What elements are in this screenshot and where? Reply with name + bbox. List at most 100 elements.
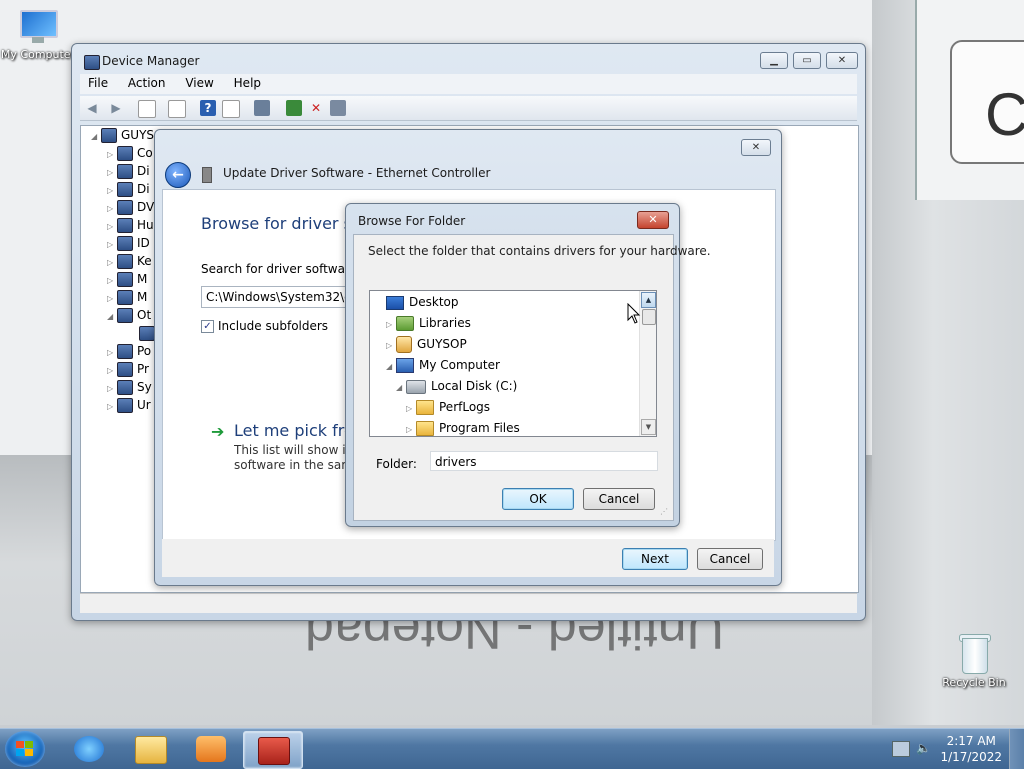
device-category[interactable]: ▷ Pr [107,362,149,380]
green-arrow-icon: ➔ [211,422,225,441]
device-icon [117,200,133,215]
device-category[interactable]: ▷ Di [107,182,150,200]
folder-tree-item[interactable]: ▷ Libraries [386,313,471,333]
expand-icon[interactable]: ▷ [107,402,117,411]
expand-icon[interactable]: ▷ [107,276,117,285]
expand-icon[interactable]: ▷ [107,186,117,195]
menu-action[interactable]: Action [120,74,174,92]
expand-icon[interactable]: ▷ [107,240,117,249]
expand-icon[interactable]: ▷ [107,294,117,303]
expand-icon[interactable]: ◢ [396,378,406,398]
device-category[interactable]: ▷ Po [107,344,151,362]
folder-icon [416,421,434,436]
start-button[interactable] [5,731,45,767]
tree-root[interactable]: ◢ GUYS [91,128,154,146]
expand-icon[interactable]: ◢ [386,357,396,377]
include-subfolders-checkbox[interactable]: ✓ Include subfolders [201,319,328,333]
back-button[interactable]: ← [165,162,191,188]
expand-icon[interactable]: ▷ [107,348,117,357]
show-desktop-button[interactable] [1009,729,1024,769]
background-glyph: C [985,81,1024,148]
scan-hardware-icon[interactable] [254,100,270,116]
toolbar: ◀ ▶ ? ✕ [80,96,857,121]
folder-label: Folder: [376,457,417,471]
clock[interactable]: 2:17 AM 1/17/2022 [940,733,1002,765]
expand-icon[interactable]: ◢ [107,312,117,321]
device-category[interactable]: ▷ ID [107,236,150,254]
network-icon[interactable] [892,741,910,757]
help-icon[interactable]: ? [200,100,216,116]
vertical-scrollbar[interactable]: ▲ ▼ [639,291,656,436]
update-driver-icon[interactable] [286,100,302,116]
resize-grip-icon[interactable]: ⋰ [660,507,670,517]
expand-icon[interactable]: ▷ [386,315,396,335]
windows-explorer-icon [135,736,167,764]
checkbox-checked-icon[interactable]: ✓ [201,320,214,333]
show-hide-tree-icon[interactable] [138,100,156,118]
cancel-button[interactable]: Cancel [583,488,655,510]
expand-icon[interactable]: ▷ [386,336,396,356]
expand-icon[interactable]: ▷ [107,384,117,393]
expand-icon[interactable]: ▷ [406,420,416,436]
menu-view[interactable]: View [177,74,221,92]
expand-icon[interactable]: ▷ [406,399,416,419]
device-category[interactable]: ▷ DV [107,200,154,218]
action-pane-icon[interactable] [222,100,240,118]
volume-muted-icon[interactable]: 🔈 [916,741,932,755]
device-category[interactable]: ▷ Co [107,146,153,164]
taskbar-media-player[interactable] [182,731,240,767]
menu-file[interactable]: File [80,74,116,92]
uninstall-icon[interactable]: ✕ [308,100,324,116]
cancel-button[interactable]: Cancel [697,548,763,570]
scroll-down-icon[interactable]: ▼ [641,419,656,435]
device-category[interactable]: ▷ M [107,272,147,290]
window-title: Update Driver Software - Ethernet Contro… [223,166,491,180]
taskbar-device-manager[interactable] [243,731,303,769]
properties-icon[interactable] [168,100,186,118]
folder-tree-item[interactable]: ▷ GUYSOP [386,334,467,354]
device-category[interactable]: ▷ M [107,290,147,308]
folder-tree-item[interactable]: ◢ My Computer [386,355,500,375]
taskbar-windows-explorer[interactable] [121,731,179,767]
back-arrow-icon[interactable]: ◀ [84,100,100,116]
menu-help[interactable]: Help [226,74,269,92]
device-category[interactable]: ▷ Di [107,164,150,182]
expand-icon[interactable]: ▷ [107,222,117,231]
folder-tree-item[interactable]: Desktop [376,292,459,312]
ok-button[interactable]: OK [502,488,574,510]
scroll-up-icon[interactable]: ▲ [641,292,656,308]
device-category[interactable]: ▷ Sy [107,380,152,398]
device-category[interactable]: ▷ Ke [107,254,152,272]
device-manager-icon [84,55,100,70]
maximize-button[interactable]: ▭ [793,52,821,69]
expand-icon[interactable]: ▷ [107,168,117,177]
taskbar-internet-explorer[interactable] [60,731,118,767]
folder-tree-item[interactable]: ▷ Program Files [406,418,520,436]
device-category[interactable]: ▷ Hu [107,218,154,236]
device-category[interactable]: ◢ Ot [107,308,151,326]
desktop-icon-recycle-bin[interactable]: Recycle Bin [936,632,1012,689]
desktop-icon-my-computer[interactable]: My Computer [0,10,76,61]
close-button[interactable]: ✕ [826,52,858,69]
folder-input[interactable]: drivers [430,451,658,471]
expand-icon[interactable]: ▷ [107,366,117,375]
next-button[interactable]: Next [622,548,688,570]
folder-tree-item[interactable]: ◢ Local Disk (C:) [396,376,517,396]
expand-icon[interactable]: ▷ [107,204,117,213]
collapse-icon[interactable]: ◢ [91,132,101,141]
expand-icon[interactable]: ▷ [107,150,117,159]
expand-icon[interactable]: ▷ [107,258,117,267]
scroll-thumb[interactable] [642,309,656,325]
browse-for-folder-dialog: Browse For Folder ✕ Select the folder th… [345,203,711,527]
close-button[interactable]: ✕ [741,139,771,156]
dialog-title: Browse For Folder [358,214,466,228]
enable-device-icon[interactable] [330,100,346,116]
forward-arrow-icon[interactable]: ▶ [108,100,124,116]
media-player-icon [196,736,226,762]
folder-tree-item[interactable]: ▷ PerfLogs [406,397,490,417]
folder-tree[interactable]: Desktop ▷ Libraries ▷ GUYSOP ◢ My Computer ◢ Loc… [369,290,657,437]
device-category[interactable]: ▷ Ur [107,398,151,416]
minimize-button[interactable]: ▁ [760,52,788,69]
device-icon [117,218,133,233]
close-button[interactable]: ✕ [637,211,669,229]
